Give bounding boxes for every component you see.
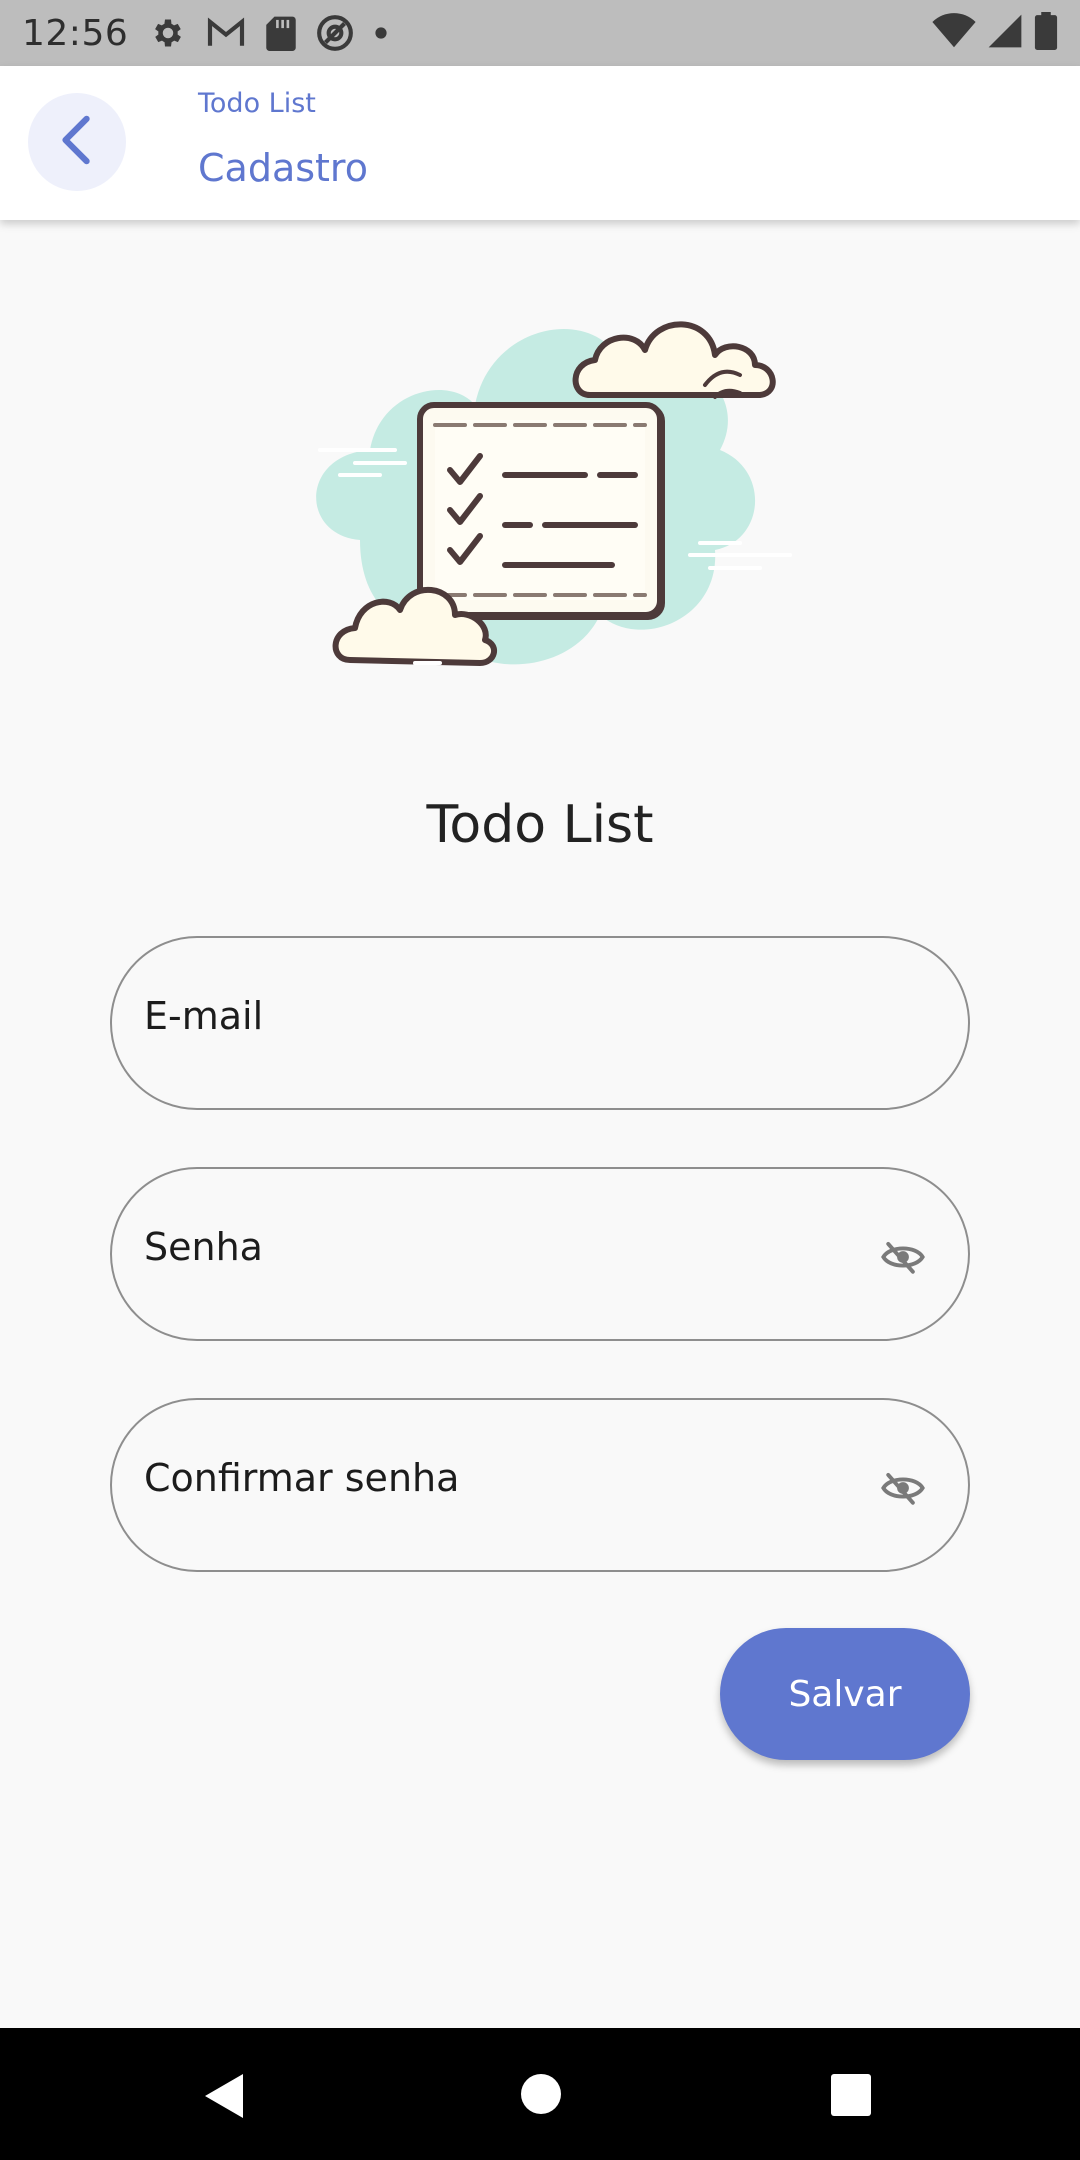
status-bar: 12:56: [0, 0, 1080, 66]
page-title: Cadastro: [198, 146, 368, 190]
system-icons: [932, 12, 1058, 54]
back-button[interactable]: [28, 93, 126, 191]
gmail-icon: [206, 17, 246, 49]
eye-off-icon[interactable]: [880, 1470, 926, 1510]
app-bar: Todo List Cadastro: [0, 66, 1080, 220]
wifi-icon: [932, 13, 976, 53]
password-placeholder: Senha: [144, 1225, 263, 1269]
notification-icons: [150, 14, 388, 52]
eye-off-icon[interactable]: [880, 1239, 926, 1279]
confirm-password-placeholder: Confirmar senha: [144, 1456, 460, 1500]
checklist-clouds-illustration: [300, 285, 800, 685]
email-placeholder: E-mail: [144, 994, 264, 1038]
save-button[interactable]: Salvar: [720, 1628, 970, 1760]
nav-recents-icon[interactable]: [829, 2074, 873, 2120]
cell-signal-icon: [986, 13, 1024, 53]
gear-icon: [150, 15, 186, 51]
password-field[interactable]: Senha: [110, 1167, 970, 1341]
confirm-password-field[interactable]: Confirmar senha: [110, 1398, 970, 1572]
app-heading: Todo List: [426, 795, 654, 855]
at-sign-icon: [316, 14, 354, 52]
nav-back-icon[interactable]: [203, 2072, 247, 2124]
dot-icon: [374, 26, 388, 40]
status-time: 12:56: [22, 12, 129, 54]
system-nav-bar: [0, 2028, 1080, 2160]
nav-home-icon[interactable]: [519, 2072, 563, 2120]
battery-icon: [1034, 12, 1058, 54]
chevron-left-icon: [57, 115, 97, 169]
email-field[interactable]: E-mail: [110, 936, 970, 1110]
app-subtitle: Todo List: [198, 88, 316, 119]
sd-card-icon: [266, 15, 296, 51]
